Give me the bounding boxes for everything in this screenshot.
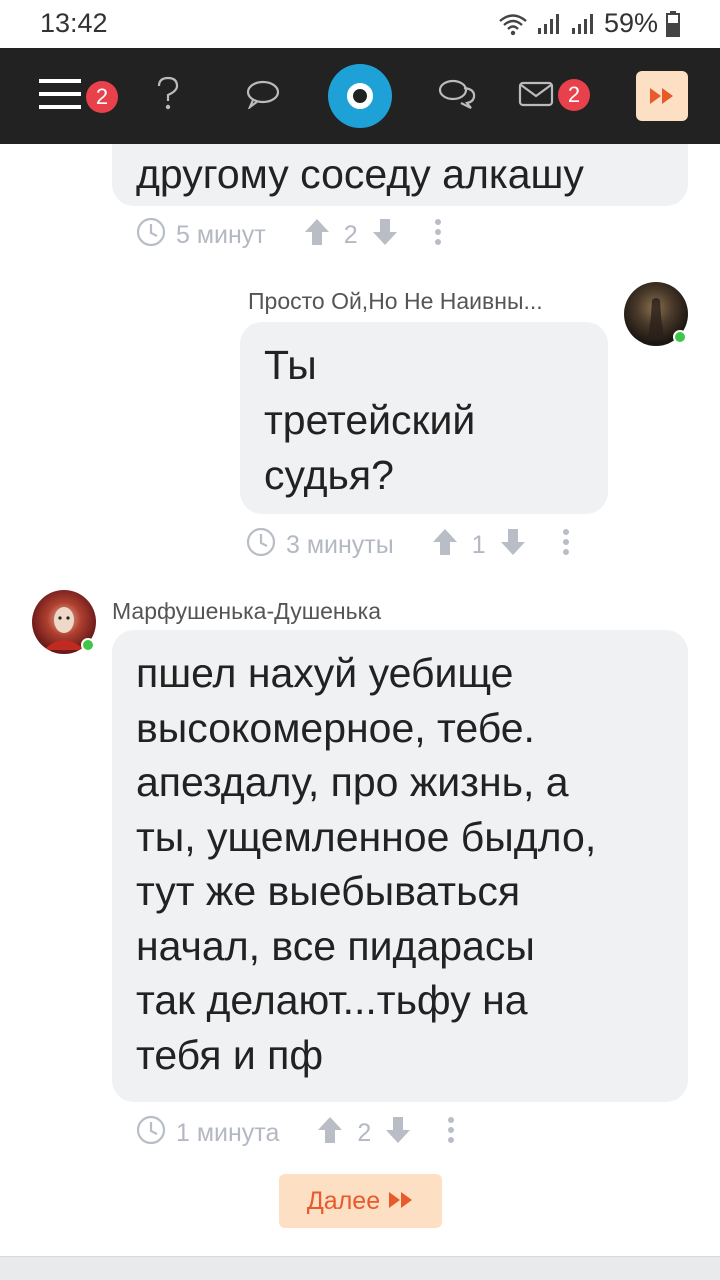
comment-bubble: другому соседу алкашу	[112, 144, 688, 206]
more-options-icon[interactable]	[562, 528, 570, 563]
help-button[interactable]	[148, 48, 188, 144]
forward-icon	[636, 71, 688, 121]
status-bar: 13:42 59%	[0, 0, 720, 48]
signal-icon	[536, 12, 562, 36]
bottom-edge	[0, 1256, 720, 1280]
comment-text: другому соседу алкашу	[136, 151, 584, 197]
comment-score: 1	[471, 531, 486, 559]
top-nav-bar: 2 2	[0, 48, 720, 144]
battery-text: 59%	[603, 8, 658, 38]
comment-time: 5 минут	[176, 221, 266, 249]
comment-author[interactable]: Просто Ой,Но Не Наивны...	[248, 288, 543, 315]
messages-badge: 2	[558, 79, 590, 111]
more-options-icon[interactable]	[434, 218, 442, 253]
upvote-icon[interactable]	[304, 218, 330, 253]
clock-icon	[246, 527, 276, 564]
next-page-button[interactable]: Далее	[279, 1174, 442, 1228]
comment-meta: 5 минут 2	[136, 217, 442, 254]
upvote-icon[interactable]	[432, 528, 458, 563]
mail-icon	[518, 81, 554, 112]
clock-icon	[136, 217, 166, 254]
battery-icon	[666, 10, 680, 37]
question-icon	[155, 76, 181, 117]
next-button-label: Далее	[306, 1186, 381, 1215]
signal-icon	[570, 12, 596, 36]
more-options-icon[interactable]	[447, 1116, 455, 1151]
comment-meta: 1 минута 2	[136, 1115, 455, 1152]
online-indicator	[673, 330, 687, 344]
downvote-icon[interactable]	[385, 1116, 411, 1151]
comment-time: 3 минуты	[286, 531, 394, 559]
clock-icon	[136, 1115, 166, 1152]
discussions-button[interactable]	[434, 48, 480, 144]
comment-feed[interactable]: другому соседу алкашу 5 минут 2 Просто О…	[0, 144, 720, 1256]
status-icons: 59%	[498, 8, 680, 39]
messages-button[interactable]	[514, 48, 558, 144]
menu-button[interactable]	[30, 48, 90, 144]
menu-icon	[37, 76, 83, 117]
upvote-icon[interactable]	[317, 1116, 343, 1151]
logo	[328, 64, 392, 128]
comment-bubble: пшел нахуй уебище высокомерное, тебе. ап…	[112, 630, 688, 1102]
wifi-icon	[498, 12, 528, 36]
comment-bubble: Ты третейский судья?	[240, 322, 608, 514]
downvote-icon[interactable]	[500, 528, 526, 563]
comments-button[interactable]	[240, 48, 286, 144]
comment-author[interactable]: Марфушенька-Душенька	[112, 598, 381, 625]
menu-badge: 2	[86, 81, 118, 113]
comment-text: Ты третейский судья?	[264, 342, 476, 498]
chats-icon	[437, 78, 477, 115]
comment-score: 2	[357, 1119, 372, 1147]
forward-icon	[388, 1187, 414, 1216]
status-time: 13:42	[40, 8, 108, 38]
downvote-icon[interactable]	[372, 218, 398, 253]
online-indicator	[81, 638, 95, 652]
comment-time: 1 минута	[176, 1119, 280, 1147]
forward-nav-button[interactable]	[636, 48, 688, 144]
comment-text: пшел нахуй уебище высокомерное, тебе. ап…	[136, 650, 597, 1078]
chat-icon	[245, 79, 281, 114]
comment-score: 2	[343, 221, 358, 249]
comment-meta: 3 минуты 1	[246, 527, 570, 564]
logo-button[interactable]	[328, 48, 392, 144]
